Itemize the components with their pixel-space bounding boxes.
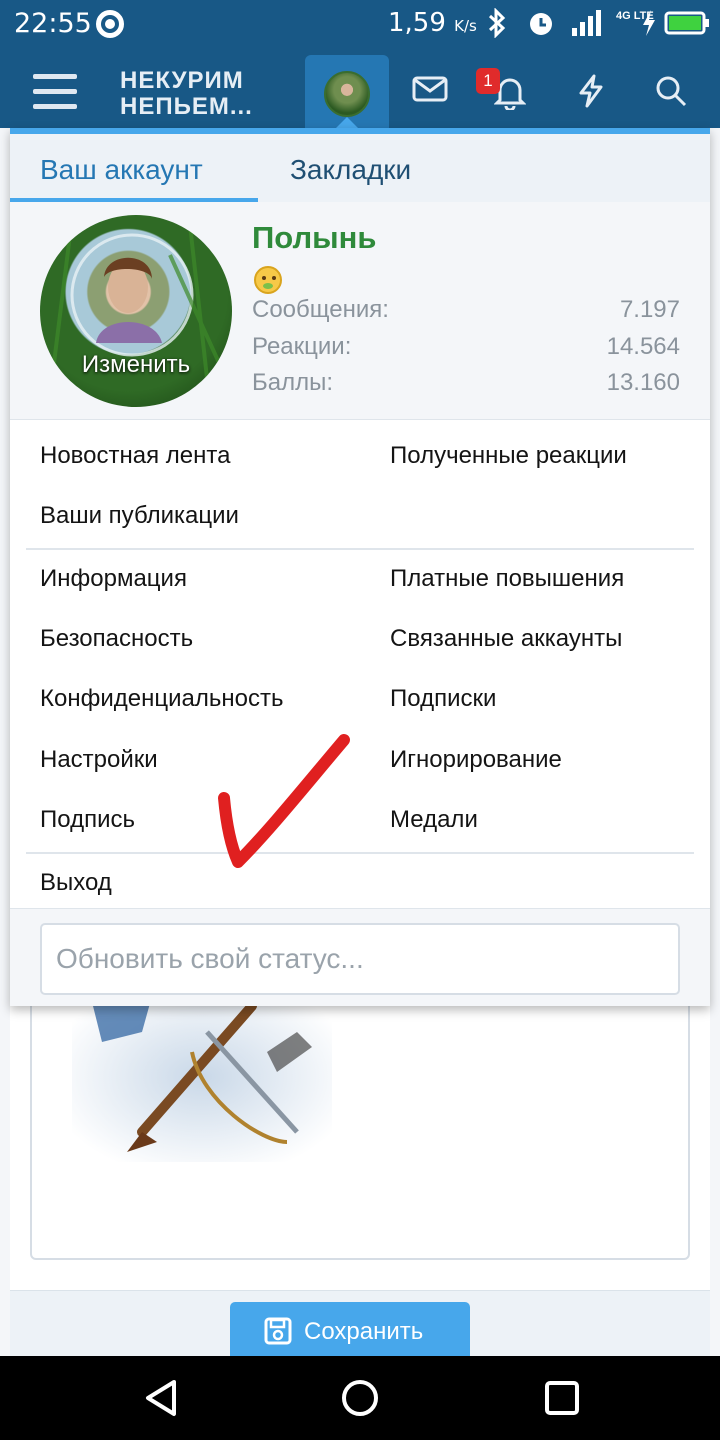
link-preferences[interactable]: Настройки — [40, 746, 158, 774]
profile-avatar[interactable]: Изменить — [40, 215, 232, 407]
link-ignoring[interactable]: Игнорирование — [390, 746, 562, 774]
battery-icon — [664, 11, 709, 35]
floppy-disk-icon — [264, 1317, 292, 1345]
link-privacy[interactable]: Конфиденциальность — [40, 685, 283, 713]
clock: 22:55 — [14, 8, 92, 39]
divider — [26, 548, 694, 550]
link-paid-upgrades[interactable]: Платные повышения — [390, 565, 624, 593]
bluetooth-icon — [488, 8, 506, 38]
account-menu-button[interactable] — [305, 55, 389, 129]
stat-reactions-label: Реакции: — [252, 333, 352, 360]
link-information[interactable]: Информация — [40, 565, 187, 593]
profile-summary: Изменить Полынь Сообщения: 7.197 Реакции… — [10, 202, 710, 420]
link-logout[interactable]: Выход — [40, 869, 112, 897]
signature-image — [72, 992, 332, 1162]
sick-face-emoji-icon — [254, 266, 282, 294]
signal-icon — [572, 10, 601, 36]
status-input[interactable] — [40, 923, 680, 995]
status-bar: 22:55 1,59 K/s 4G LTE — [0, 0, 720, 48]
system-nav-bar — [0, 1356, 720, 1440]
search-icon[interactable] — [654, 74, 688, 108]
menu-icon[interactable] — [33, 74, 77, 110]
link-your-publications[interactable]: Ваши публикации — [40, 502, 239, 530]
link-medals[interactable]: Медали — [390, 806, 478, 834]
save-button-label: Сохранить — [304, 1318, 424, 1345]
save-button[interactable]: Сохранить — [230, 1302, 470, 1356]
stat-messages-label: Сообщения: — [252, 296, 389, 323]
tab-bookmarks[interactable]: Закладки — [290, 154, 411, 186]
stat-points-value: 13.160 — [606, 369, 680, 396]
stat-reactions-value: 14.564 — [606, 333, 680, 360]
username[interactable]: Полынь — [252, 220, 376, 256]
link-received-reactions[interactable]: Полученные реакции — [390, 442, 627, 470]
notification-badge: 1 — [476, 68, 500, 94]
alarm-icon — [530, 13, 552, 35]
chrome-icon — [96, 10, 124, 38]
checkmark-annotation — [218, 734, 350, 868]
network-speed: 1,59 K/s — [388, 8, 477, 38]
menu-tabs: Ваш аккаунт Закладки — [10, 134, 710, 202]
avatar — [324, 71, 370, 117]
recent-apps-icon[interactable] — [542, 1378, 582, 1418]
link-news-feed[interactable]: Новостная лента — [40, 442, 230, 470]
tab-your-account[interactable]: Ваш аккаунт — [40, 154, 203, 186]
link-signature[interactable]: Подпись — [40, 806, 135, 834]
charging-icon — [643, 10, 655, 36]
back-icon[interactable] — [142, 1378, 182, 1418]
link-security[interactable]: Безопасность — [40, 625, 193, 653]
home-icon[interactable] — [340, 1378, 380, 1418]
envelope-icon[interactable] — [412, 74, 448, 104]
avatar-edit-link[interactable]: Изменить — [40, 351, 232, 379]
signature-editor[interactable] — [30, 990, 690, 1260]
site-logo[interactable]: НЕКУРИМ НЕПЬЕМ... — [120, 68, 253, 120]
link-connected-accounts[interactable]: Связанные аккаунты — [390, 625, 622, 653]
app-header: НЕКУРИМ НЕПЬЕМ... 1 — [0, 48, 720, 129]
stat-messages-value: 7.197 — [619, 296, 680, 323]
stat-points-label: Баллы: — [252, 369, 334, 396]
status-update-area — [10, 908, 710, 1006]
lightning-icon[interactable] — [576, 74, 606, 108]
link-following[interactable]: Подписки — [390, 685, 496, 713]
